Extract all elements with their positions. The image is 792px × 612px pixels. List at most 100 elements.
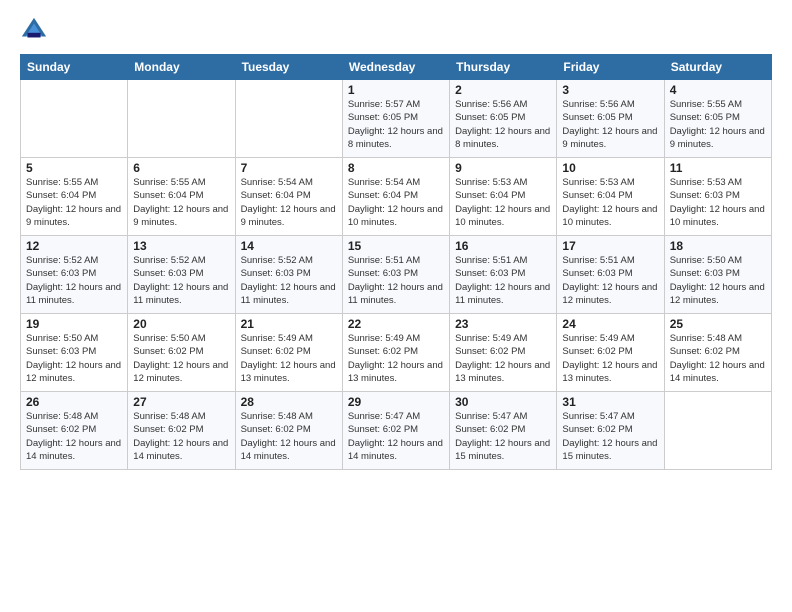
day-info: Sunrise: 5:48 AM Sunset: 6:02 PM Dayligh…	[133, 410, 229, 463]
day-info: Sunrise: 5:47 AM Sunset: 6:02 PM Dayligh…	[562, 410, 658, 463]
day-number: 4	[670, 83, 766, 97]
calendar-week-row: 1Sunrise: 5:57 AM Sunset: 6:05 PM Daylig…	[21, 80, 772, 158]
calendar-cell	[128, 80, 235, 158]
day-info: Sunrise: 5:48 AM Sunset: 6:02 PM Dayligh…	[670, 332, 766, 385]
day-number: 30	[455, 395, 551, 409]
day-info: Sunrise: 5:49 AM Sunset: 6:02 PM Dayligh…	[562, 332, 658, 385]
calendar-cell: 13Sunrise: 5:52 AM Sunset: 6:03 PM Dayli…	[128, 236, 235, 314]
calendar-cell: 29Sunrise: 5:47 AM Sunset: 6:02 PM Dayli…	[342, 392, 449, 470]
day-number: 3	[562, 83, 658, 97]
day-info: Sunrise: 5:56 AM Sunset: 6:05 PM Dayligh…	[562, 98, 658, 151]
day-number: 5	[26, 161, 122, 175]
logo-icon	[20, 16, 48, 44]
calendar-week-row: 19Sunrise: 5:50 AM Sunset: 6:03 PM Dayli…	[21, 314, 772, 392]
day-info: Sunrise: 5:50 AM Sunset: 6:02 PM Dayligh…	[133, 332, 229, 385]
day-number: 22	[348, 317, 444, 331]
day-info: Sunrise: 5:47 AM Sunset: 6:02 PM Dayligh…	[455, 410, 551, 463]
day-info: Sunrise: 5:52 AM Sunset: 6:03 PM Dayligh…	[241, 254, 337, 307]
day-number: 12	[26, 239, 122, 253]
day-info: Sunrise: 5:49 AM Sunset: 6:02 PM Dayligh…	[455, 332, 551, 385]
calendar-cell: 11Sunrise: 5:53 AM Sunset: 6:03 PM Dayli…	[664, 158, 771, 236]
day-number: 15	[348, 239, 444, 253]
calendar-cell: 7Sunrise: 5:54 AM Sunset: 6:04 PM Daylig…	[235, 158, 342, 236]
day-info: Sunrise: 5:54 AM Sunset: 6:04 PM Dayligh…	[241, 176, 337, 229]
day-number: 18	[670, 239, 766, 253]
day-number: 14	[241, 239, 337, 253]
calendar-cell: 15Sunrise: 5:51 AM Sunset: 6:03 PM Dayli…	[342, 236, 449, 314]
weekday-header-friday: Friday	[557, 55, 664, 80]
day-info: Sunrise: 5:50 AM Sunset: 6:03 PM Dayligh…	[26, 332, 122, 385]
calendar-cell: 6Sunrise: 5:55 AM Sunset: 6:04 PM Daylig…	[128, 158, 235, 236]
day-number: 27	[133, 395, 229, 409]
day-info: Sunrise: 5:51 AM Sunset: 6:03 PM Dayligh…	[455, 254, 551, 307]
day-info: Sunrise: 5:48 AM Sunset: 6:02 PM Dayligh…	[241, 410, 337, 463]
calendar-cell: 22Sunrise: 5:49 AM Sunset: 6:02 PM Dayli…	[342, 314, 449, 392]
day-number: 28	[241, 395, 337, 409]
day-number: 31	[562, 395, 658, 409]
calendar-cell: 19Sunrise: 5:50 AM Sunset: 6:03 PM Dayli…	[21, 314, 128, 392]
day-number: 2	[455, 83, 551, 97]
calendar-week-row: 26Sunrise: 5:48 AM Sunset: 6:02 PM Dayli…	[21, 392, 772, 470]
day-info: Sunrise: 5:50 AM Sunset: 6:03 PM Dayligh…	[670, 254, 766, 307]
calendar-cell: 5Sunrise: 5:55 AM Sunset: 6:04 PM Daylig…	[21, 158, 128, 236]
calendar-week-row: 12 Sunrise: 5:52 AM Sunset: 6:03 PM Dayli…	[21, 236, 772, 314]
day-info: Sunrise: 5:57 AM Sunset: 6:05 PM Dayligh…	[348, 98, 444, 151]
calendar-cell: 26Sunrise: 5:48 AM Sunset: 6:02 PM Dayli…	[21, 392, 128, 470]
calendar-cell: 20Sunrise: 5:50 AM Sunset: 6:02 PM Dayli…	[128, 314, 235, 392]
day-number: 17	[562, 239, 658, 253]
day-info: Sunrise: 5:51 AM Sunset: 6:03 PM Dayligh…	[348, 254, 444, 307]
calendar-cell: 3Sunrise: 5:56 AM Sunset: 6:05 PM Daylig…	[557, 80, 664, 158]
calendar-cell: 30Sunrise: 5:47 AM Sunset: 6:02 PM Dayli…	[450, 392, 557, 470]
calendar-cell: 24Sunrise: 5:49 AM Sunset: 6:02 PM Dayli…	[557, 314, 664, 392]
day-info: Sunrise: 5:49 AM Sunset: 6:02 PM Dayligh…	[241, 332, 337, 385]
day-info: Sunrise: 5:52 AM Sunset: 6:03 PM Dayligh…	[133, 254, 229, 307]
day-info: Sunrise: 5:55 AM Sunset: 6:05 PM Dayligh…	[670, 98, 766, 151]
day-number: 11	[670, 161, 766, 175]
day-number: 26	[26, 395, 122, 409]
calendar-cell	[21, 80, 128, 158]
calendar-cell: 25Sunrise: 5:48 AM Sunset: 6:02 PM Dayli…	[664, 314, 771, 392]
weekday-header-sunday: Sunday	[21, 55, 128, 80]
day-info: Sunrise: 5:51 AM Sunset: 6:03 PM Dayligh…	[562, 254, 658, 307]
calendar-cell: 23Sunrise: 5:49 AM Sunset: 6:02 PM Dayli…	[450, 314, 557, 392]
calendar-cell: 9Sunrise: 5:53 AM Sunset: 6:04 PM Daylig…	[450, 158, 557, 236]
day-info: Sunrise: 5:53 AM Sunset: 6:03 PM Dayligh…	[670, 176, 766, 229]
day-info: Sunrise: 5:53 AM Sunset: 6:04 PM Dayligh…	[562, 176, 658, 229]
weekday-header-monday: Monday	[128, 55, 235, 80]
day-number: 16	[455, 239, 551, 253]
calendar-cell: 18Sunrise: 5:50 AM Sunset: 6:03 PM Dayli…	[664, 236, 771, 314]
weekday-header-tuesday: Tuesday	[235, 55, 342, 80]
day-number: 19	[26, 317, 122, 331]
page: SundayMondayTuesdayWednesdayThursdayFrid…	[0, 0, 792, 612]
calendar-cell: 17Sunrise: 5:51 AM Sunset: 6:03 PM Dayli…	[557, 236, 664, 314]
day-info: Sunrise: 5:55 AM Sunset: 6:04 PM Dayligh…	[26, 176, 122, 229]
day-number: 10	[562, 161, 658, 175]
calendar-cell: 8Sunrise: 5:54 AM Sunset: 6:04 PM Daylig…	[342, 158, 449, 236]
calendar-cell: 12Sunrise: 5:52 AM Sunset: 6:03 PM Dayli…	[21, 236, 128, 314]
day-info: Sunrise: 5:54 AM Sunset: 6:04 PM Dayligh…	[348, 176, 444, 229]
day-info: Sunrise: 5:55 AM Sunset: 6:04 PM Dayligh…	[133, 176, 229, 229]
weekday-header-saturday: Saturday	[664, 55, 771, 80]
calendar-cell: 4Sunrise: 5:55 AM Sunset: 6:05 PM Daylig…	[664, 80, 771, 158]
weekday-header-thursday: Thursday	[450, 55, 557, 80]
calendar-cell: 21Sunrise: 5:49 AM Sunset: 6:02 PM Dayli…	[235, 314, 342, 392]
day-number: 7	[241, 161, 337, 175]
calendar-cell	[664, 392, 771, 470]
weekday-header-row: SundayMondayTuesdayWednesdayThursdayFrid…	[21, 55, 772, 80]
calendar-cell: 31Sunrise: 5:47 AM Sunset: 6:02 PM Dayli…	[557, 392, 664, 470]
day-number: 9	[455, 161, 551, 175]
logo	[20, 16, 52, 44]
calendar-cell: 1Sunrise: 5:57 AM Sunset: 6:05 PM Daylig…	[342, 80, 449, 158]
day-number: 20	[133, 317, 229, 331]
day-number: 21	[241, 317, 337, 331]
calendar-cell: 28Sunrise: 5:48 AM Sunset: 6:02 PM Dayli…	[235, 392, 342, 470]
day-info: Sunrise: 5:48 AM Sunset: 6:02 PM Dayligh…	[26, 410, 122, 463]
day-number: 29	[348, 395, 444, 409]
calendar-cell: 16Sunrise: 5:51 AM Sunset: 6:03 PM Dayli…	[450, 236, 557, 314]
calendar-cell: 27Sunrise: 5:48 AM Sunset: 6:02 PM Dayli…	[128, 392, 235, 470]
day-number: 6	[133, 161, 229, 175]
calendar-table: SundayMondayTuesdayWednesdayThursdayFrid…	[20, 54, 772, 470]
day-number: 25	[670, 317, 766, 331]
day-number: 24	[562, 317, 658, 331]
day-info: Sunrise: 5:53 AM Sunset: 6:04 PM Dayligh…	[455, 176, 551, 229]
